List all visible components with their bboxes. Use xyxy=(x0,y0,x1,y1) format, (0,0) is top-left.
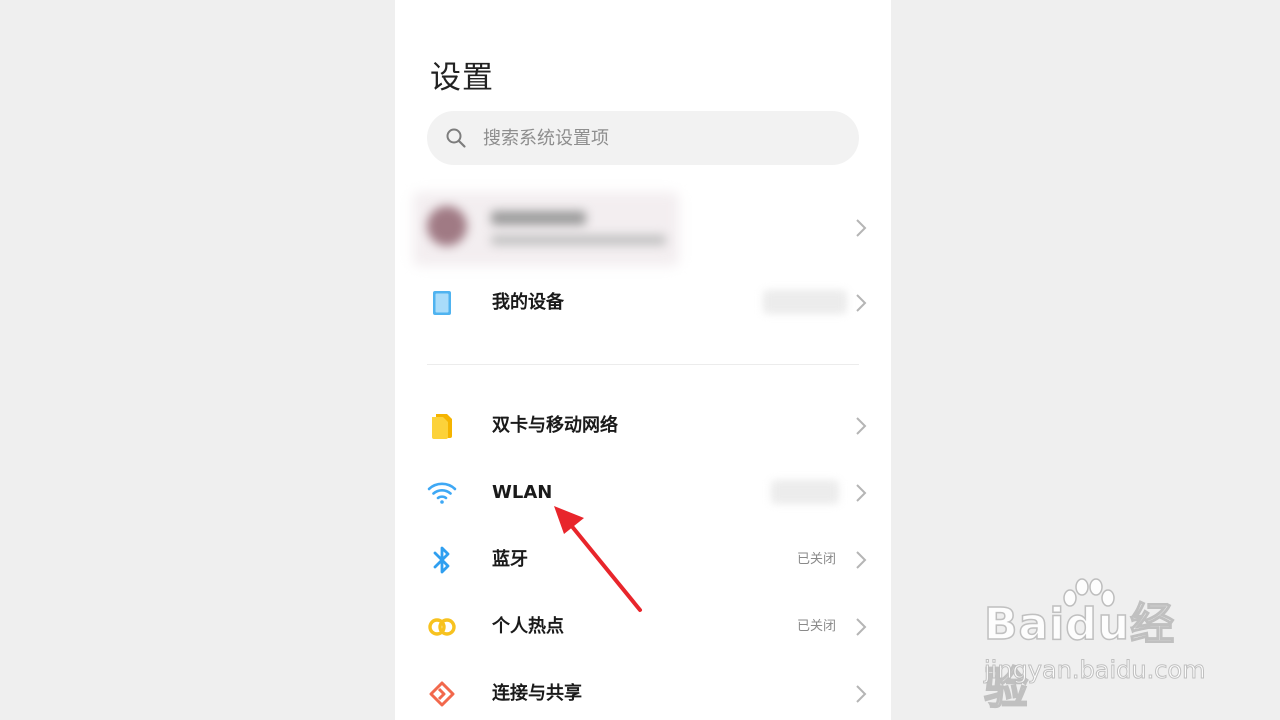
settings-item-my-device[interactable]: 我的设备 xyxy=(395,274,891,332)
baidu-jingyan-watermark: Baidu经验 jingyan.baidu.com xyxy=(980,578,1220,715)
account-row[interactable] xyxy=(395,192,891,266)
hotspot-rings-icon xyxy=(427,612,457,642)
settings-item-label: 连接与共享 xyxy=(492,683,582,704)
search-input[interactable] xyxy=(483,111,843,165)
phone-device-icon xyxy=(427,288,457,318)
connection-share-icon xyxy=(427,679,457,709)
page-title: 设置 xyxy=(430,60,494,96)
settings-item-label: 蓝牙 xyxy=(492,549,528,570)
chevron-right-icon xyxy=(856,551,867,569)
chevron-right-icon xyxy=(856,618,867,636)
annotation-arrow-icon xyxy=(554,506,642,612)
chevron-right-icon xyxy=(856,219,867,237)
settings-item-label: 我的设备 xyxy=(492,292,564,313)
watermark-url: jingyan.baidu.com xyxy=(983,656,1206,685)
search-bar[interactable] xyxy=(427,111,859,165)
bluetooth-icon xyxy=(427,545,457,575)
search-icon xyxy=(446,128,466,148)
status-text: 已关闭 xyxy=(796,619,836,634)
status-text: 已关闭 xyxy=(796,552,836,567)
chevron-right-icon xyxy=(856,685,867,703)
chevron-right-icon xyxy=(856,484,867,502)
watermark-logo-text: Baidu经验 xyxy=(983,598,1176,715)
wlan-value-blurred xyxy=(771,480,839,504)
device-value-blurred xyxy=(763,290,847,314)
settings-item-dual-sim[interactable]: 双卡与移动网络 xyxy=(395,397,891,455)
wifi-icon xyxy=(427,478,457,508)
account-detail-blurred xyxy=(491,235,666,245)
section-divider xyxy=(427,364,859,365)
chevron-right-icon xyxy=(856,294,867,312)
account-name-blurred xyxy=(491,211,586,225)
settings-item-connection-sharing[interactable]: 连接与共享 xyxy=(395,665,891,720)
settings-item-label: 双卡与移动网络 xyxy=(492,415,618,436)
avatar xyxy=(427,206,467,246)
sim-card-icon xyxy=(427,411,457,441)
chevron-right-icon xyxy=(856,417,867,435)
